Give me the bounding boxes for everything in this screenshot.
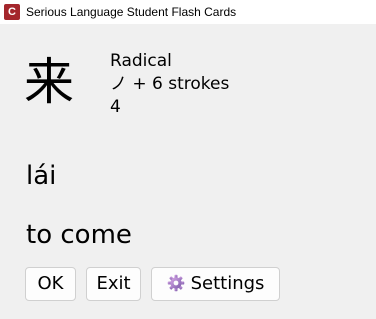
character-info: Radical ノ + 6 strokes 4	[110, 50, 229, 119]
character-display: 来	[24, 53, 74, 111]
radical-strokes: ノ + 6 strokes	[110, 74, 230, 94]
ok-button-label: OK	[37, 273, 64, 294]
gear-icon	[167, 274, 184, 291]
settings-button[interactable]: Settings	[151, 267, 280, 301]
exit-button[interactable]: Exit	[86, 267, 141, 301]
app-icon: C	[4, 4, 20, 20]
title-bar: C Serious Language Student Flash Cards	[0, 0, 376, 24]
settings-button-label: Settings	[190, 273, 265, 294]
meaning-text: to come	[26, 220, 132, 250]
info-count: 4	[110, 97, 121, 117]
ok-button[interactable]: OK	[25, 267, 76, 301]
pinyin-text: lái	[26, 161, 57, 191]
info-label: Radical	[110, 51, 172, 71]
window-title: Serious Language Student Flash Cards	[26, 5, 237, 19]
exit-button-label: Exit	[96, 273, 131, 294]
